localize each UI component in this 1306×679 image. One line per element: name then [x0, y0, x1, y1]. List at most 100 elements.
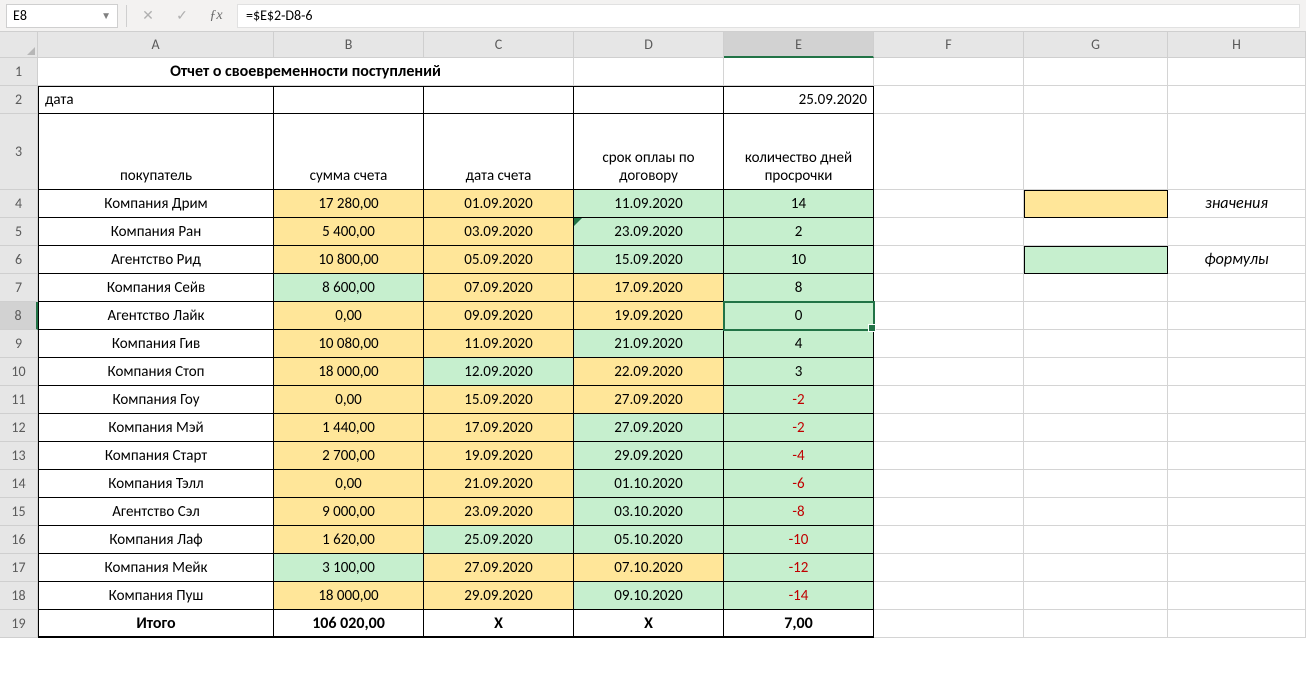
column-header-H[interactable]: H: [1168, 32, 1306, 58]
due-date[interactable]: 19.09.2020: [574, 302, 724, 330]
row-header[interactable]: 19: [0, 610, 38, 638]
row-header[interactable]: 18: [0, 582, 38, 610]
cell-G[interactable]: [1024, 526, 1168, 554]
amount[interactable]: 18 000,00: [274, 582, 424, 610]
invoice-date[interactable]: 05.09.2020: [424, 246, 574, 274]
buyer-name[interactable]: Компания Гоу: [38, 386, 274, 414]
date-label[interactable]: дата: [38, 86, 274, 114]
cell-H[interactable]: [1168, 330, 1306, 358]
row-header[interactable]: 5: [0, 218, 38, 246]
row-header[interactable]: 10: [0, 358, 38, 386]
overdue-days[interactable]: -4: [724, 442, 874, 470]
amount[interactable]: 0,00: [274, 470, 424, 498]
invoice-date[interactable]: 09.09.2020: [424, 302, 574, 330]
invoice-date[interactable]: 19.09.2020: [424, 442, 574, 470]
overdue-days[interactable]: 0: [724, 302, 874, 330]
due-date[interactable]: 17.09.2020: [574, 274, 724, 302]
invoice-date[interactable]: 12.09.2020: [424, 358, 574, 386]
row-header[interactable]: 9: [0, 330, 38, 358]
amount[interactable]: 10 800,00: [274, 246, 424, 274]
cell-H[interactable]: [1168, 442, 1306, 470]
cell-D[interactable]: [574, 86, 724, 114]
cell-C[interactable]: [424, 86, 574, 114]
invoice-date[interactable]: 25.09.2020: [424, 526, 574, 554]
overdue-days[interactable]: -6: [724, 470, 874, 498]
overdue-days[interactable]: -2: [724, 414, 874, 442]
row-header[interactable]: 12: [0, 414, 38, 442]
overdue-days[interactable]: -14: [724, 582, 874, 610]
legend-formulas-label[interactable]: формулы: [1168, 246, 1306, 274]
row-header[interactable]: 8: [0, 302, 38, 330]
column-header-G[interactable]: G: [1024, 32, 1168, 58]
cell-F[interactable]: [874, 330, 1024, 358]
column-header-E[interactable]: E: [724, 32, 874, 58]
overdue-days[interactable]: 4: [724, 330, 874, 358]
cell-B[interactable]: [274, 86, 424, 114]
insert-function-button[interactable]: ƒx: [203, 4, 229, 28]
invoice-date[interactable]: 21.09.2020: [424, 470, 574, 498]
cell-F[interactable]: [874, 274, 1024, 302]
buyer-name[interactable]: Компания Сейв: [38, 274, 274, 302]
due-date[interactable]: 01.10.2020: [574, 470, 724, 498]
report-date[interactable]: 25.09.2020: [724, 86, 874, 114]
cell-F[interactable]: [874, 86, 1024, 114]
overdue-days[interactable]: 14: [724, 190, 874, 218]
cell-F[interactable]: [874, 302, 1024, 330]
cell-G[interactable]: [1024, 358, 1168, 386]
cell-H[interactable]: [1168, 470, 1306, 498]
buyer-name[interactable]: Компания Гив: [38, 330, 274, 358]
col-header-buyer[interactable]: покупатель: [38, 114, 274, 190]
cell-G[interactable]: [1024, 554, 1168, 582]
cell-H[interactable]: [1168, 526, 1306, 554]
row-header[interactable]: 16: [0, 526, 38, 554]
cell-H[interactable]: [1168, 386, 1306, 414]
row-header[interactable]: 1: [0, 58, 38, 86]
enter-button[interactable]: ✓: [169, 4, 195, 28]
col-header-overdue[interactable]: количество дней просрочки: [724, 114, 874, 190]
row-header[interactable]: 4: [0, 190, 38, 218]
overdue-days[interactable]: 10: [724, 246, 874, 274]
cell-H[interactable]: [1168, 554, 1306, 582]
cell-H[interactable]: [1168, 274, 1306, 302]
cell-F[interactable]: [874, 386, 1024, 414]
amount[interactable]: 2 700,00: [274, 442, 424, 470]
amount[interactable]: 1 440,00: [274, 414, 424, 442]
buyer-name[interactable]: Агентство Сэл: [38, 498, 274, 526]
row-header[interactable]: 15: [0, 498, 38, 526]
due-date[interactable]: 29.09.2020: [574, 442, 724, 470]
cell-F[interactable]: [874, 582, 1024, 610]
overdue-days[interactable]: 2: [724, 218, 874, 246]
row-header[interactable]: 13: [0, 442, 38, 470]
cell-G[interactable]: [1024, 414, 1168, 442]
buyer-name[interactable]: Компания Старт: [38, 442, 274, 470]
cell-H[interactable]: [1168, 114, 1306, 190]
due-date[interactable]: 27.09.2020: [574, 414, 724, 442]
cell-F[interactable]: [874, 58, 1024, 86]
row-header[interactable]: 14: [0, 470, 38, 498]
cell-E[interactable]: [724, 58, 874, 86]
cell-H[interactable]: [1168, 358, 1306, 386]
cell-G[interactable]: [1024, 386, 1168, 414]
due-date[interactable]: 09.10.2020: [574, 582, 724, 610]
column-header-D[interactable]: D: [574, 32, 724, 58]
legend-values-swatch[interactable]: [1024, 190, 1168, 218]
due-date[interactable]: 05.10.2020: [574, 526, 724, 554]
cell-D[interactable]: [574, 58, 724, 86]
cell-F[interactable]: [874, 246, 1024, 274]
column-header-A[interactable]: A: [38, 32, 274, 58]
column-header-B[interactable]: B: [274, 32, 424, 58]
buyer-name[interactable]: Агентство Лайк: [38, 302, 274, 330]
select-all-corner[interactable]: [0, 32, 38, 58]
cell-G[interactable]: [1024, 58, 1168, 86]
cell-H[interactable]: [1168, 302, 1306, 330]
cell-F[interactable]: [874, 610, 1024, 638]
cell-F[interactable]: [874, 526, 1024, 554]
buyer-name[interactable]: Агентство Рид: [38, 246, 274, 274]
row-header[interactable]: 3: [0, 114, 38, 190]
row-header[interactable]: 7: [0, 274, 38, 302]
total-overdue[interactable]: 7,00: [724, 610, 874, 638]
cell-G[interactable]: [1024, 114, 1168, 190]
cell-F[interactable]: [874, 218, 1024, 246]
invoice-date[interactable]: 17.09.2020: [424, 414, 574, 442]
row-header[interactable]: 6: [0, 246, 38, 274]
